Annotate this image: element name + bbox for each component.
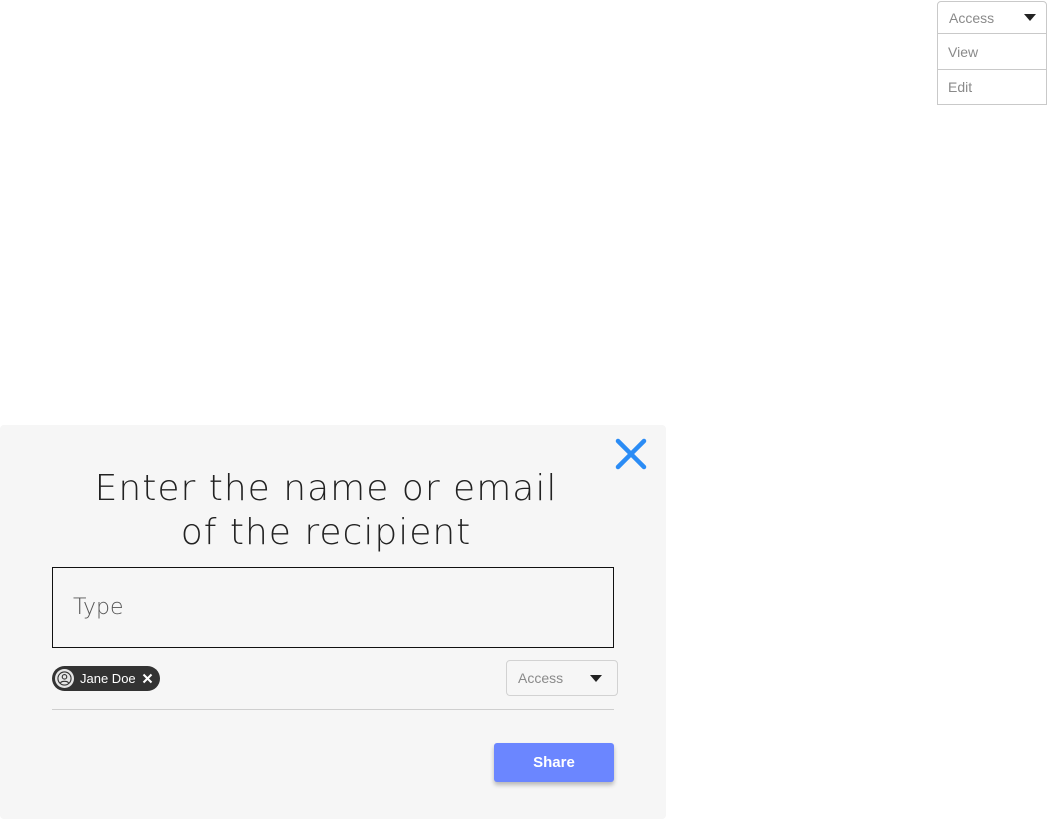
recipient-input[interactable] <box>52 567 614 648</box>
dialog-title-line2: of the recipient <box>180 512 472 553</box>
access-option-view[interactable]: View <box>938 34 1046 69</box>
remove-recipient-button[interactable] <box>142 673 154 685</box>
share-button[interactable]: Share <box>494 743 614 782</box>
access-option-edit[interactable]: Edit <box>938 69 1046 104</box>
access-dropdown-menu: Access View Edit <box>937 1 1047 105</box>
access-select[interactable]: Access <box>506 660 618 696</box>
dialog-title-line1: Enter the name or email <box>94 468 558 509</box>
recipient-chip-name: Jane Doe <box>80 671 136 686</box>
close-button[interactable] <box>614 437 648 471</box>
user-icon <box>55 669 74 688</box>
access-dropdown-toggle[interactable]: Access <box>938 2 1046 34</box>
access-dropdown-label: Access <box>949 9 995 26</box>
access-select-label: Access <box>518 670 564 686</box>
caret-down-icon <box>1024 14 1036 21</box>
close-icon <box>615 438 647 470</box>
page: Access View Edit Enter the name or email… <box>0 0 1049 819</box>
divider <box>52 709 614 710</box>
close-icon <box>142 673 153 684</box>
recipient-chip: Jane Doe <box>52 666 160 691</box>
share-dialog: Enter the name or email of the recipient… <box>0 425 666 819</box>
dialog-title: Enter the name or email of the recipient <box>0 467 652 555</box>
caret-down-icon <box>590 674 602 682</box>
